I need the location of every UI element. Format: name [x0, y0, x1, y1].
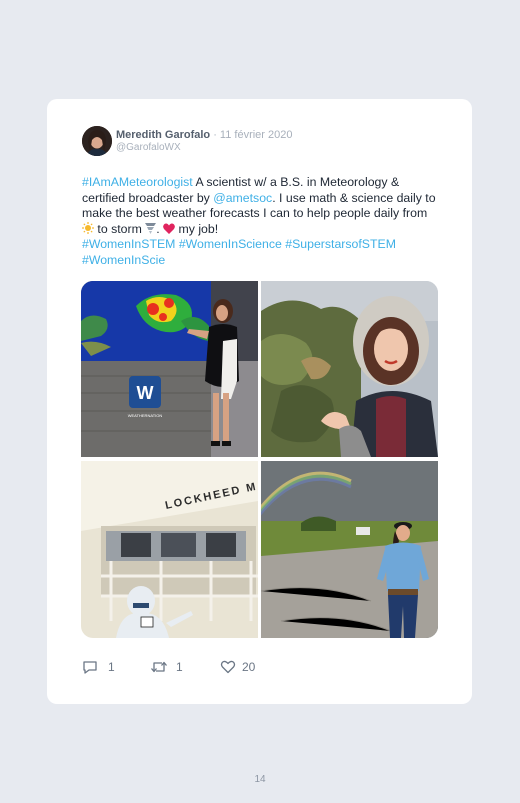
hashtag-link[interactable]: #SuperstarsofSTEM [285, 237, 396, 251]
hashtag-link[interactable]: #WomenInScie [82, 253, 165, 267]
tweet-date[interactable]: 11 février 2020 [220, 129, 293, 141]
photo-lockheed-cleanroom[interactable]: LOCKHEED MA [81, 461, 258, 638]
studio-logo-letter: W [137, 383, 154, 403]
heart-emoji-icon [163, 223, 175, 234]
like-count: 20 [242, 660, 256, 674]
photo-rainbow-field[interactable] [261, 461, 438, 638]
reply-count: 1 [108, 660, 115, 674]
mention-link[interactable]: @ametsoc [213, 191, 272, 205]
avatar[interactable] [82, 126, 112, 156]
tweet-card: Meredith Garofalo · 11 février 2020 @Gar… [47, 99, 472, 704]
hashtag-link[interactable]: #WomenInSTEM [82, 237, 175, 251]
author-line: Meredith Garofalo · 11 février 2020 [116, 129, 293, 142]
tweet-text-part: to storm [94, 221, 146, 236]
tweet-text: #IAmAMeteorologist A scientist w/ a B.S.… [82, 175, 442, 268]
photo-outdoor-portrait[interactable] [261, 281, 438, 457]
tornado-icon [145, 222, 157, 234]
reply-icon [83, 661, 97, 674]
photo-grid: W WEATHERNATION LOCKHEED MA [81, 281, 438, 638]
studio-logo-caption: WEATHERNATION [128, 413, 163, 418]
hashtag-link[interactable]: #WomenInScience [179, 237, 282, 251]
like-heart-icon [220, 660, 236, 674]
sun-icon [82, 221, 94, 234]
author-name[interactable]: Meredith Garofalo [116, 129, 210, 141]
separator-dot: · [213, 129, 217, 141]
retweet-icon [151, 661, 167, 673]
photo-weather-studio[interactable]: W WEATHERNATION [81, 281, 258, 457]
tweet-text-part: . [156, 221, 164, 236]
author-handle[interactable]: @GarofaloWX [116, 142, 181, 154]
retweet-count: 1 [176, 660, 183, 674]
tweet-text-part: my job! [175, 221, 219, 236]
page-number: 14 [254, 774, 266, 785]
hashtag-link[interactable]: #IAmAMeteorologist [82, 175, 193, 189]
